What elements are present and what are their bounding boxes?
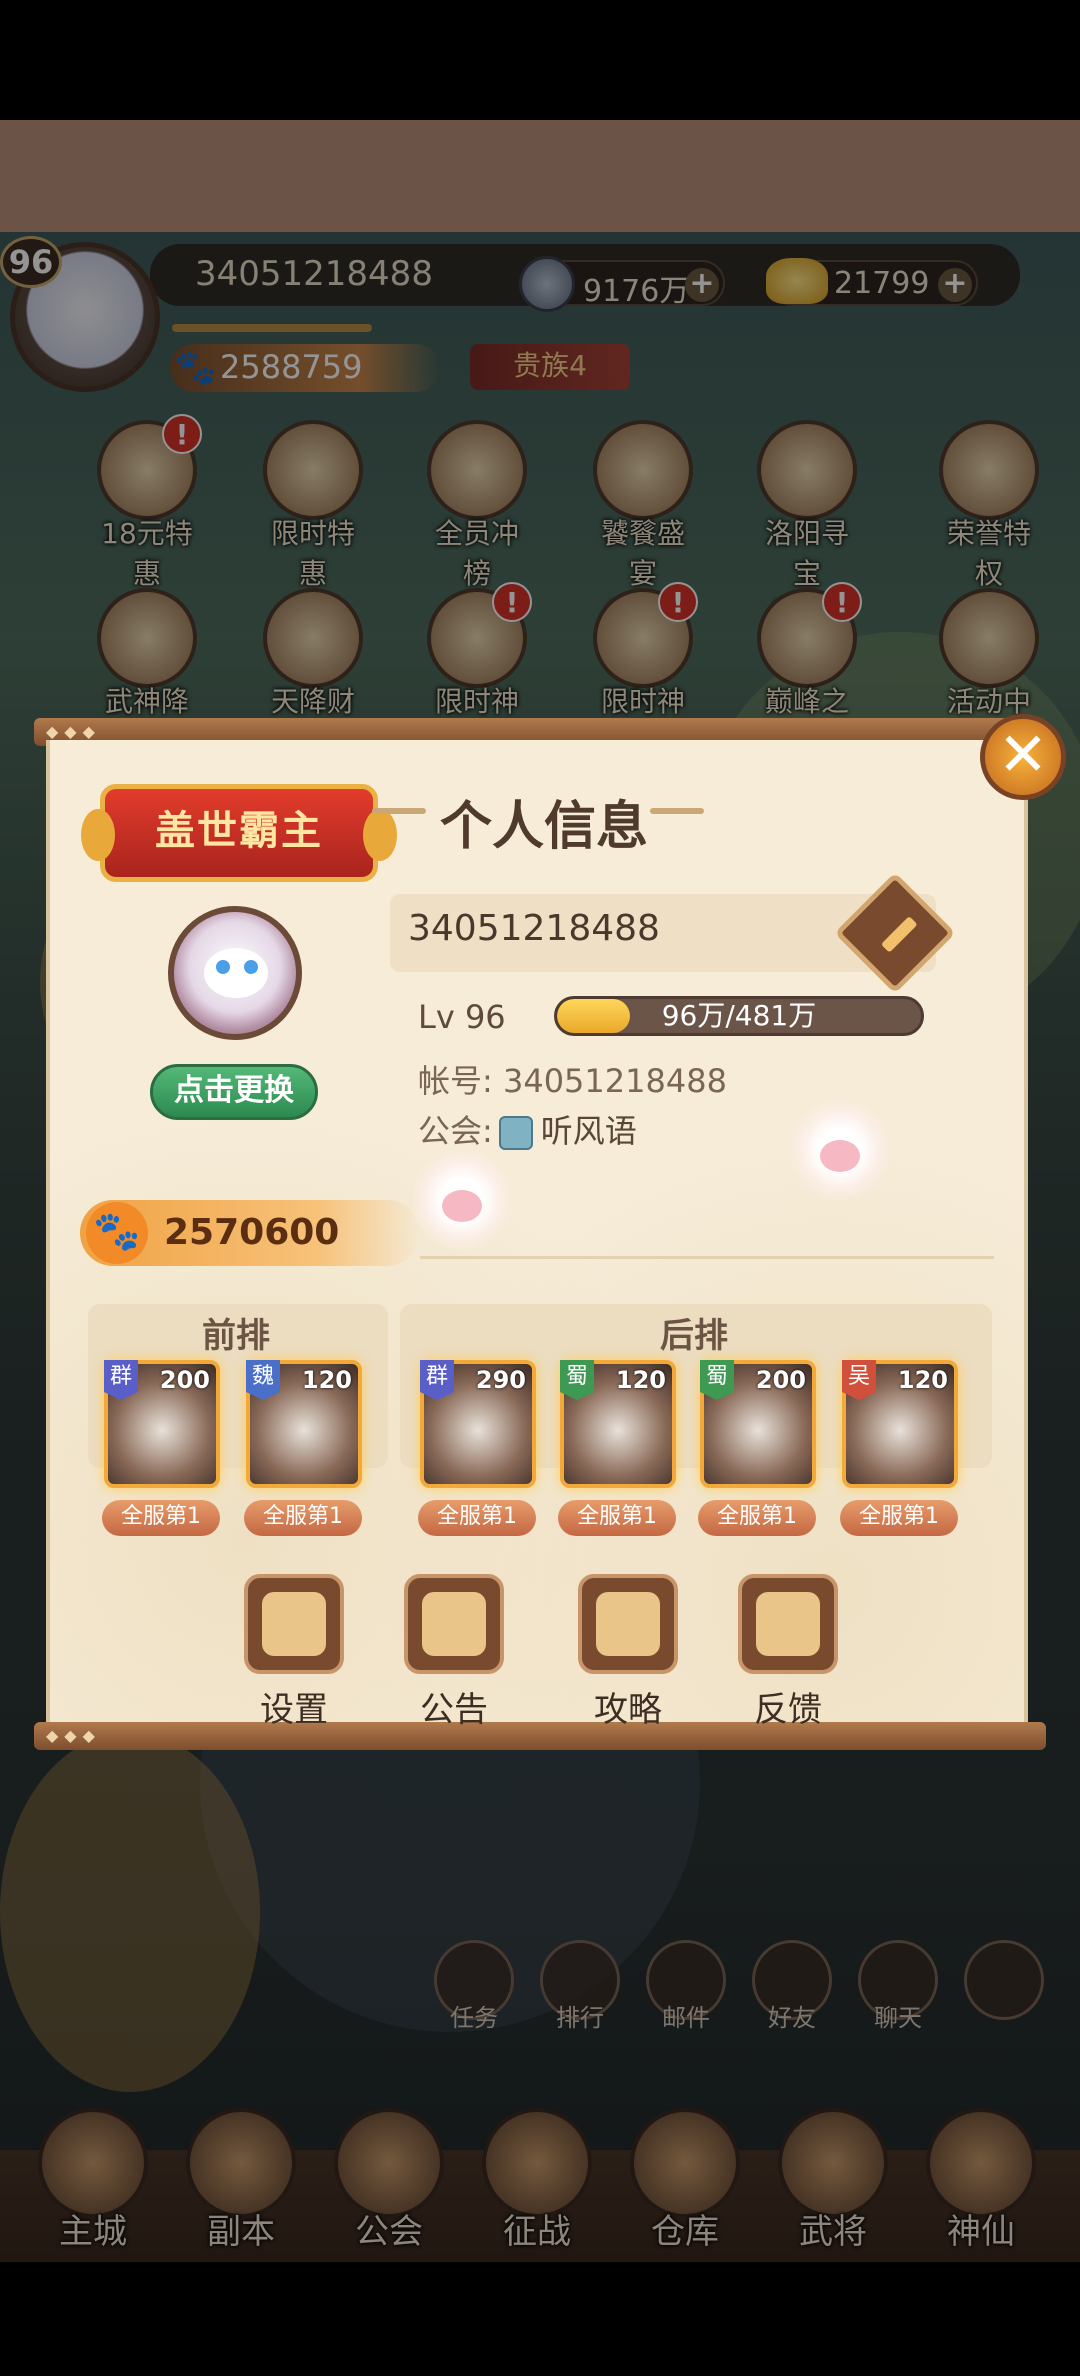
profile-avatar[interactable] <box>168 906 302 1040</box>
power-divider <box>420 1256 994 1259</box>
guild-row: 公会: 听风语 <box>418 1106 637 1152</box>
front-row-label: 前排 <box>202 1316 270 1356</box>
account-label: 帐号: <box>418 1062 493 1100</box>
pencil-icon <box>880 916 918 953</box>
function-button-inner <box>596 1592 660 1656</box>
account-value: 34051218488 <box>502 1062 727 1100</box>
hero-level: 200 <box>159 1366 210 1394</box>
function-button-inner <box>262 1592 326 1656</box>
function-button-icon <box>738 1574 838 1674</box>
avatar-eye <box>244 960 258 974</box>
guild-label: 公会: <box>418 1112 493 1150</box>
hero-faction-badge: 蜀 <box>700 1360 734 1400</box>
function-button-label: 公告 <box>420 1690 488 1730</box>
guild-icon <box>498 1116 533 1150</box>
change-avatar-button[interactable]: 点击更换 <box>150 1064 318 1120</box>
function-button-label: 反馈 <box>754 1690 822 1730</box>
hero-rank-badge: 全服第1 <box>558 1500 676 1536</box>
hero-faction-badge: 蜀 <box>560 1360 594 1400</box>
account-row: 帐号: 34051218488 <box>418 1056 727 1102</box>
hero-faction-badge: 群 <box>104 1360 138 1400</box>
hero-faction-badge: 群 <box>420 1360 454 1400</box>
hero-faction-badge: 魏 <box>246 1360 280 1400</box>
hero-level: 120 <box>301 1366 352 1394</box>
hero-card-3[interactable]: 蜀 120 <box>560 1360 676 1488</box>
function-button-label: 攻略 <box>594 1690 662 1730</box>
title-badge: 盖世霸主 <box>81 784 397 882</box>
hero-rank-badge: 全服第1 <box>244 1500 362 1536</box>
function-button-icon <box>404 1574 504 1674</box>
hero-level: 120 <box>615 1366 666 1394</box>
exp-bar: 96万/481万 <box>554 996 924 1036</box>
title-ornament-left <box>372 808 426 814</box>
level-label: Lv 96 <box>418 998 506 1036</box>
function-button-label: 设置 <box>260 1690 328 1730</box>
top-band <box>0 120 1080 232</box>
hero-card-1[interactable]: 魏 120 <box>246 1360 362 1488</box>
status-bar-area <box>0 0 1080 120</box>
function-button-inner <box>756 1592 820 1656</box>
modal-bottom-rail: ◆◆◆ <box>34 1722 1046 1750</box>
badge-wing-right <box>363 809 397 861</box>
hero-card-4[interactable]: 蜀 200 <box>700 1360 816 1488</box>
function-button-inner <box>422 1592 486 1656</box>
badge-wing-left <box>81 809 115 861</box>
back-row-label: 后排 <box>660 1316 728 1356</box>
power-display: 🐾 2570600 <box>80 1200 420 1266</box>
function-button-0[interactable]: 设置 <box>234 1574 354 1731</box>
hero-level: 200 <box>755 1366 806 1394</box>
guild-name[interactable]: 听风语 <box>541 1112 637 1150</box>
avatar-eye <box>216 960 230 974</box>
close-button[interactable]: ✕ <box>980 714 1066 800</box>
function-button-icon <box>244 1574 344 1674</box>
function-button-1[interactable]: 公告 <box>394 1574 514 1731</box>
modal-title: 个人信息 <box>440 797 649 857</box>
avatar-face <box>204 948 268 998</box>
hero-level: 120 <box>897 1366 948 1394</box>
hero-rank-badge: 全服第1 <box>418 1500 536 1536</box>
hero-card-5[interactable]: 吴 120 <box>842 1360 958 1488</box>
hero-rank-badge: 全服第1 <box>698 1500 816 1536</box>
function-button-3[interactable]: 反馈 <box>728 1574 848 1731</box>
hero-rank-badge: 全服第1 <box>102 1500 220 1536</box>
hero-card-0[interactable]: 群 200 <box>104 1360 220 1488</box>
function-button-2[interactable]: 攻略 <box>568 1574 688 1731</box>
hero-rank-badge: 全服第1 <box>840 1500 958 1536</box>
title-ornament-right <box>650 808 704 814</box>
hero-faction-badge: 吴 <box>842 1360 876 1400</box>
paw-icon: 🐾 <box>86 1202 148 1264</box>
player-name: 34051218488 <box>408 908 660 949</box>
paw-decoration <box>412 1150 512 1250</box>
title-badge-text: 盖世霸主 <box>155 808 323 854</box>
function-button-icon <box>578 1574 678 1674</box>
exp-text: 96万/481万 <box>661 999 817 1032</box>
hero-level: 290 <box>475 1366 526 1394</box>
paw-decoration <box>790 1100 890 1200</box>
hero-card-2[interactable]: 群 290 <box>420 1360 536 1488</box>
power-value: 2570600 <box>164 1212 340 1253</box>
